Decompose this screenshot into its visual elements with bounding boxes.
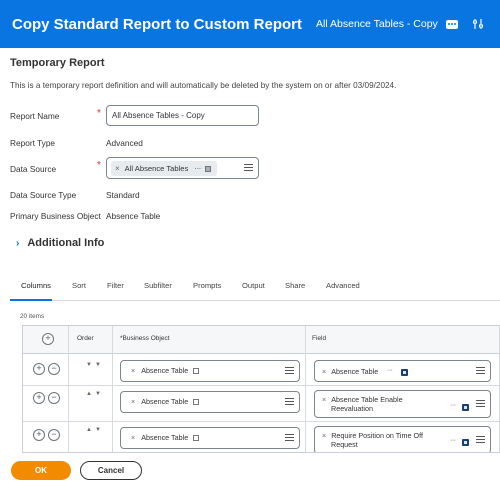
field-type-icon	[401, 369, 408, 376]
tab-bar: Columns Sort Filter Subfilter Prompts Ou…	[10, 281, 500, 301]
remove-row-icon[interactable]: −	[48, 363, 60, 375]
remove-row-icon[interactable]: −	[48, 429, 60, 441]
remove-icon[interactable]: ×	[322, 367, 326, 376]
list-icon[interactable]	[285, 434, 294, 442]
field-header: Field	[312, 335, 327, 342]
more-icon[interactable]: ···	[450, 402, 456, 409]
more-icon[interactable]	[445, 19, 458, 29]
tab-share[interactable]: Share	[285, 281, 305, 290]
field-type-icon	[462, 404, 469, 411]
business-object-prompt[interactable]: × Absence Table	[120, 427, 300, 449]
report-name-label: Report Name	[10, 111, 60, 121]
cancel-button[interactable]: Cancel	[80, 461, 142, 480]
external-link-icon[interactable]	[193, 399, 200, 405]
order-header: Order	[77, 335, 94, 342]
page-header: Copy Standard Report to Custom Report Al…	[0, 0, 500, 48]
section-title: Temporary Report	[10, 57, 105, 69]
required-marker: *	[97, 108, 101, 119]
more-icon[interactable]: ···	[194, 164, 201, 173]
add-row-icon[interactable]: +	[42, 333, 54, 345]
add-row-icon[interactable]: +	[33, 429, 45, 441]
external-link-icon[interactable]	[193, 435, 200, 441]
list-icon[interactable]	[285, 367, 294, 375]
report-subtitle: All Absence Tables - Copy	[316, 18, 438, 30]
reorder-arrows-icon[interactable]: ▲▼	[86, 391, 104, 397]
tab-subfilter[interactable]: Subfilter	[144, 281, 172, 290]
remove-icon[interactable]: ×	[322, 431, 326, 440]
business-object-prompt[interactable]: × Absence Table	[120, 360, 300, 382]
remove-icon[interactable]: ×	[115, 164, 120, 173]
field-value-continued: Request	[331, 440, 358, 449]
data-source-type-value: Standard	[106, 190, 140, 200]
field-prompt[interactable]: × Require Position on Time Off Request ··…	[314, 426, 491, 452]
remove-icon[interactable]: ×	[131, 397, 135, 406]
business-object-prompt[interactable]: × Absence Table	[120, 391, 300, 413]
tab-sort[interactable]: Sort	[72, 281, 86, 290]
report-type-value: Advanced	[106, 138, 143, 148]
data-source-label: Data Source	[10, 164, 57, 174]
remove-icon[interactable]: ×	[131, 366, 135, 375]
required-marker: *	[97, 160, 101, 171]
column-divider	[305, 326, 306, 452]
list-icon[interactable]	[244, 164, 253, 172]
items-count: 20 items	[20, 313, 45, 320]
field-prompt[interactable]: × Absence Table ···	[314, 360, 491, 382]
columns-grid: + Order *Business Object Field + − ▼▼ × A…	[22, 325, 500, 453]
tab-prompts[interactable]: Prompts	[193, 281, 221, 290]
add-row-icon[interactable]: +	[33, 363, 45, 375]
field-value: Absence Table Enable	[331, 395, 403, 404]
tab-filter[interactable]: Filter	[107, 281, 124, 290]
temporary-notice: This is a temporary report definition an…	[10, 81, 397, 90]
business-object-header: *Business Object	[120, 335, 170, 342]
list-icon[interactable]	[476, 400, 485, 408]
data-source-type-label: Data Source Type	[10, 190, 77, 200]
remove-icon[interactable]: ×	[322, 395, 326, 404]
list-icon[interactable]	[285, 398, 294, 406]
more-icon[interactable]: ···	[450, 437, 456, 444]
primary-business-object-value: Absence Table	[106, 211, 161, 221]
column-divider	[112, 326, 113, 452]
page-title: Copy Standard Report to Custom Report	[12, 15, 303, 33]
additional-info-toggle[interactable]: › Additional Info	[16, 237, 104, 249]
ok-button[interactable]: OK	[11, 461, 71, 480]
field-prompt[interactable]: × Absence Table Enable Reevaluation ···	[314, 390, 491, 418]
business-object-value: Absence Table	[141, 433, 189, 442]
data-source-prompt[interactable]: × All Absence Tables ···	[106, 157, 259, 179]
instance-icon	[204, 165, 211, 172]
field-value: Require Position on Time Off	[331, 431, 423, 440]
report-name-input[interactable]: All Absence Tables - Copy	[106, 105, 259, 126]
remove-row-icon[interactable]: −	[48, 392, 60, 404]
row-divider	[23, 421, 500, 422]
tab-columns[interactable]: Columns	[21, 281, 51, 290]
external-link-icon[interactable]	[193, 368, 200, 374]
data-source-pill-label: All Absence Tables	[124, 164, 189, 173]
row-divider	[23, 385, 500, 386]
primary-business-object-label: Primary Business Object	[10, 211, 101, 221]
grid-header: + Order *Business Object Field	[23, 326, 500, 354]
business-object-value: Absence Table	[141, 397, 189, 406]
data-source-pill[interactable]: × All Absence Tables ···	[111, 161, 217, 176]
tab-advanced[interactable]: Advanced	[326, 281, 360, 290]
sliders-icon[interactable]	[472, 18, 484, 30]
business-object-value: Absence Table	[141, 366, 189, 375]
field-value-continued: Reevaluation	[331, 404, 373, 413]
field-type-icon	[462, 439, 469, 446]
active-tab-indicator	[10, 299, 52, 301]
more-icon[interactable]: ···	[387, 367, 393, 374]
chevron-right-icon: ›	[16, 237, 20, 249]
list-icon[interactable]	[476, 367, 485, 375]
report-type-label: Report Type	[10, 138, 56, 148]
field-value: Absence Table	[331, 367, 379, 376]
additional-info-label: Additional Info	[27, 237, 105, 249]
remove-icon[interactable]: ×	[131, 433, 135, 442]
reorder-arrows-icon[interactable]: ▲▼	[86, 427, 104, 433]
add-row-icon[interactable]: +	[33, 392, 45, 404]
reorder-arrows-icon[interactable]: ▼▼	[86, 362, 104, 368]
list-icon[interactable]	[476, 436, 485, 444]
column-divider	[68, 326, 69, 452]
tab-output[interactable]: Output	[242, 281, 265, 290]
